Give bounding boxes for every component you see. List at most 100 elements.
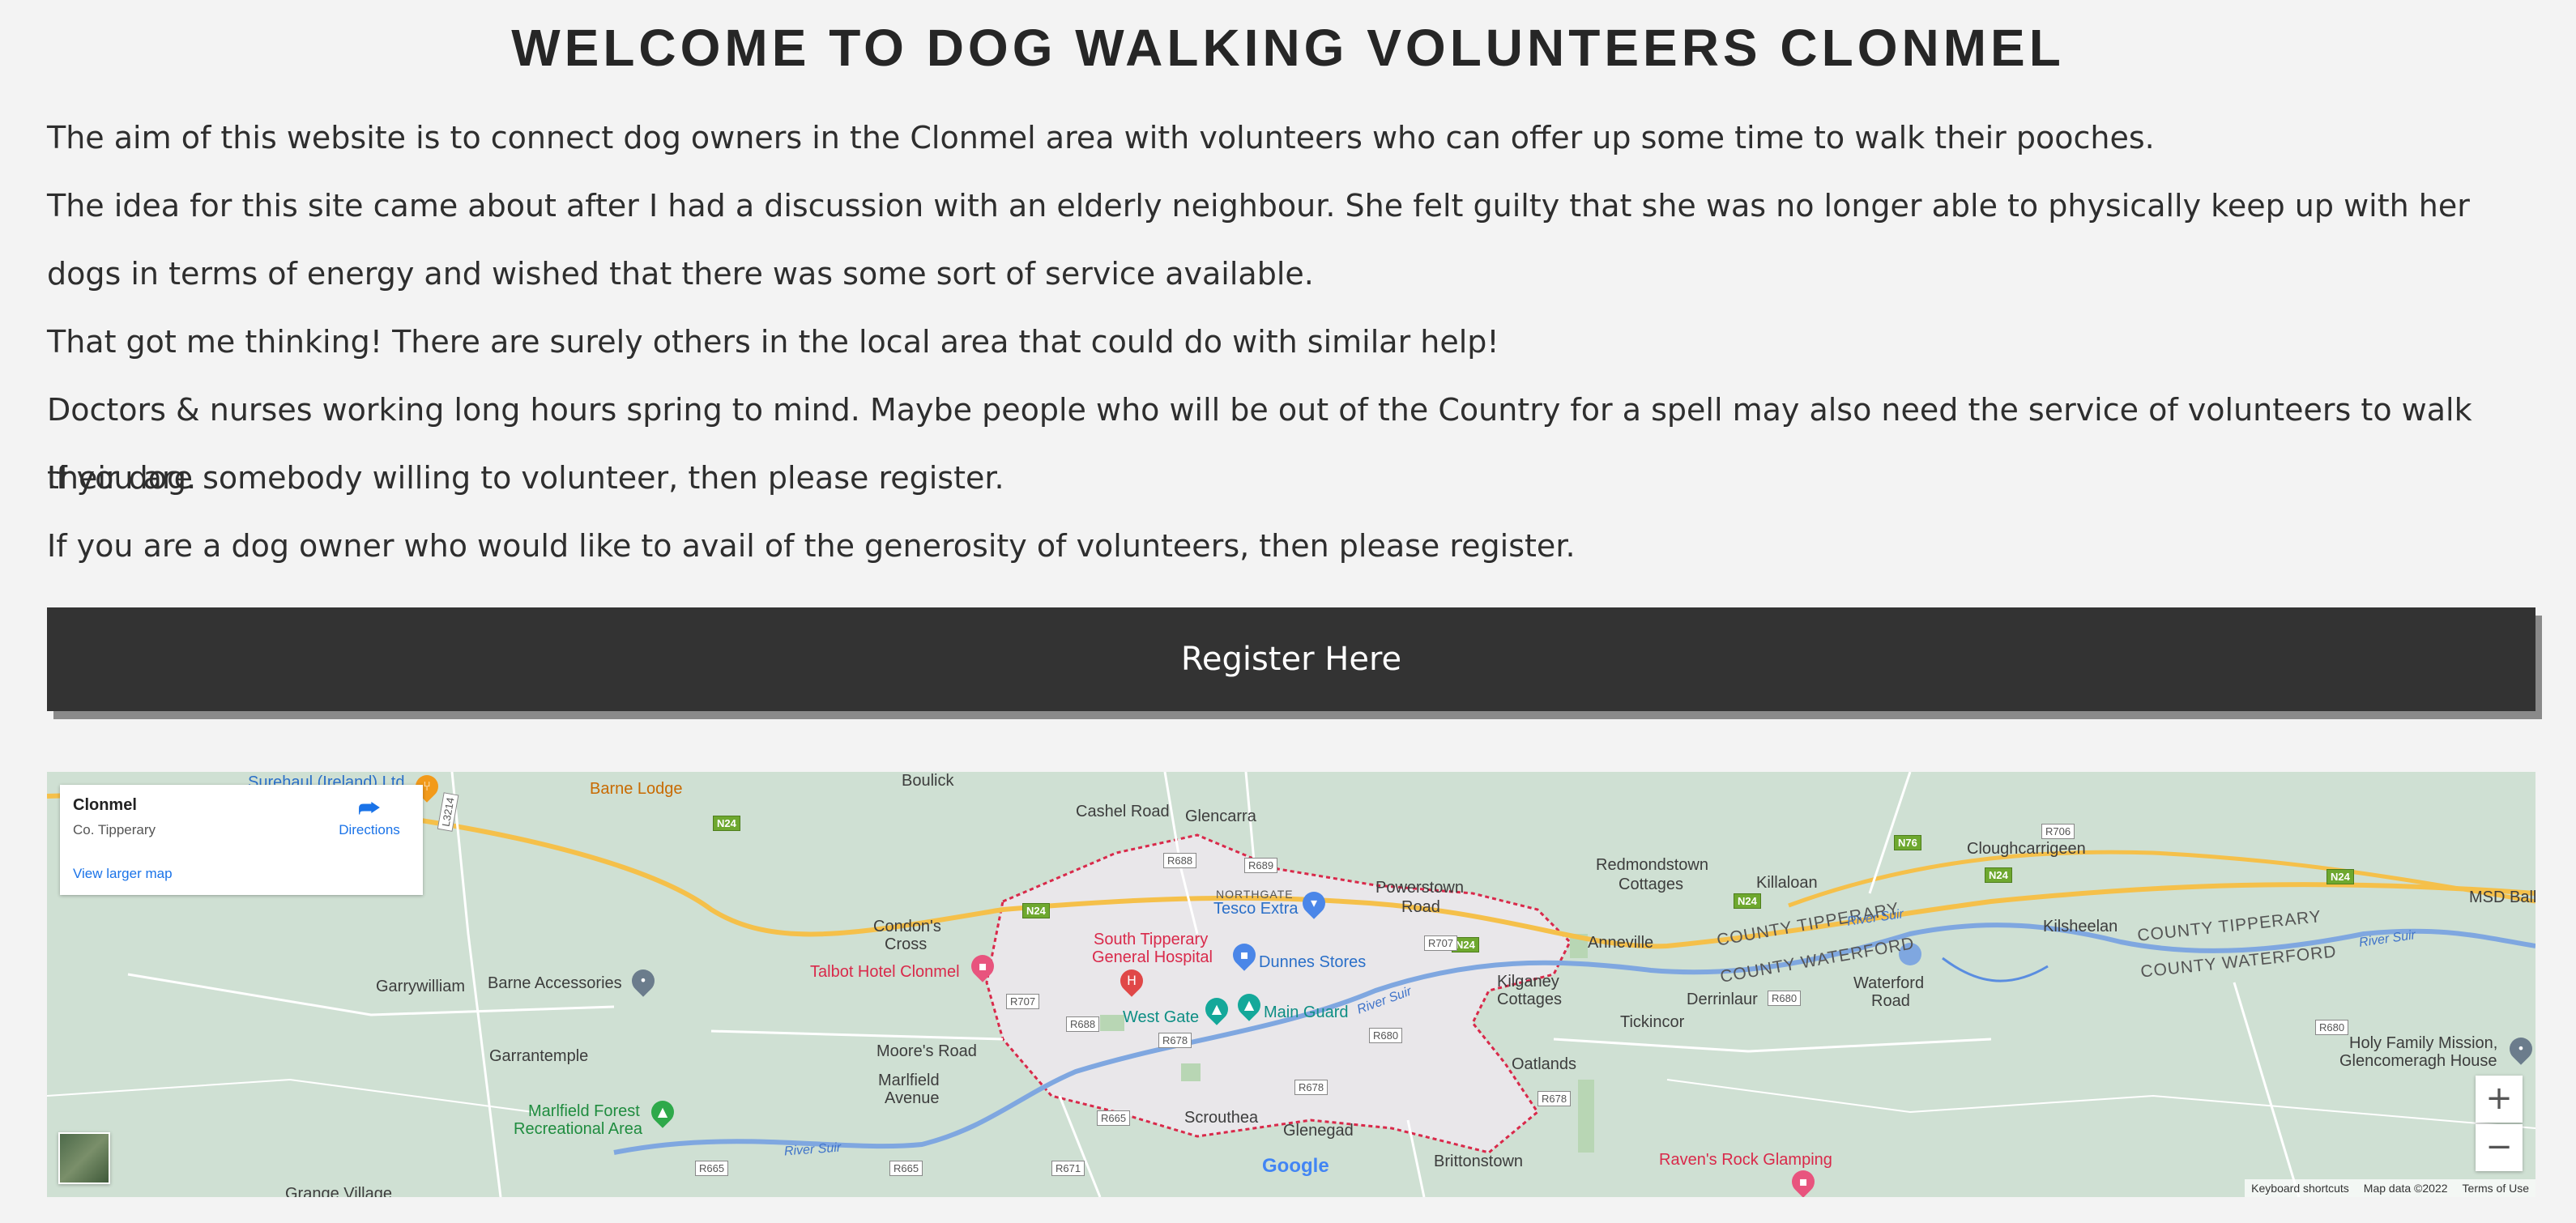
hotel-pin-icon[interactable]: ▪ [966, 950, 999, 982]
map-label-scrouthea: Scrouthea [1184, 1109, 1259, 1127]
road-shield-r688: R688 [1066, 1016, 1100, 1032]
road-shield-r665: R665 [1097, 1110, 1131, 1126]
road-shield-r680: R680 [2315, 1020, 2349, 1035]
dunnes-pin-icon[interactable]: ▪ [1228, 939, 1260, 971]
zoom-out-button[interactable]: − [2476, 1124, 2523, 1171]
holy-family-pin-icon[interactable]: • [2505, 1033, 2535, 1065]
map-label-holy-family-2: Glencomeragh House [2339, 1052, 2497, 1070]
map-label-redmondstown-1: Redmondstown [1596, 856, 1708, 874]
directions-label: Directions [339, 822, 400, 837]
barne-accessories-pin-icon[interactable]: • [627, 965, 659, 997]
road-shield-r671: R671 [1051, 1161, 1085, 1176]
road-shield-r680: R680 [1369, 1028, 1403, 1043]
map-label-tesco: Tesco Extra [1213, 900, 1299, 918]
map-label-dunnes: Dunnes Stores [1259, 953, 1367, 971]
map-label-holy-family-1: Holy Family Mission, [2349, 1034, 2498, 1052]
keyboard-shortcuts-link[interactable]: Keyboard shortcuts [2251, 1179, 2349, 1197]
map-label-ravens-rock: Raven's Rock Glamping [1659, 1151, 1832, 1169]
road-shield-n76: N76 [1894, 835, 1921, 850]
road-shield-r706: R706 [2041, 824, 2075, 839]
road-shield-n24: N24 [713, 816, 740, 831]
directions-icon: ⮫ [358, 795, 381, 822]
intro-paragraph-owner: If you are a dog owner who would like to… [47, 528, 1576, 564]
map-label-waterford-road-2: Road [1871, 992, 1910, 1010]
glamping-pin-icon[interactable]: ▪ [1787, 1165, 1819, 1197]
map-label-barne-accessories: Barne Accessories [488, 974, 622, 992]
map-label-oatlands: Oatlands [1512, 1055, 1577, 1073]
hospital-pin-icon[interactable]: H [1115, 965, 1148, 997]
terms-of-use-link[interactable]: Terms of Use [2463, 1179, 2529, 1197]
view-larger-map-link[interactable]: View larger map [73, 866, 173, 882]
satellite-toggle-button[interactable] [58, 1132, 110, 1184]
map-label-hospital-1: South Tipperary [1094, 931, 1209, 948]
map-label-hospital-2: General Hospital [1092, 948, 1213, 966]
map-label-moores-road: Moore's Road [876, 1042, 977, 1060]
map-label-marlfield-forest-1: Marlfield Forest [528, 1102, 640, 1120]
map-footer: Keyboard shortcuts Map data ©2022 Terms … [2245, 1179, 2535, 1197]
road-shield-r665: R665 [889, 1161, 923, 1176]
google-logo-text: Google [1262, 1155, 1329, 1177]
road-shield-n24: N24 [2327, 869, 2354, 884]
directions-button[interactable]: ⮫ Directions [337, 796, 402, 838]
map-label-derrinlaur: Derrinlaur [1687, 991, 1758, 1008]
map-label-west-gate: West Gate [1123, 1008, 1200, 1026]
map-label-garrywilliam: Garrywilliam [376, 978, 465, 995]
road-shield-r678: R678 [1537, 1091, 1572, 1106]
zoom-in-button[interactable]: + [2476, 1076, 2523, 1123]
place-region: Co. Tipperary [73, 822, 156, 837]
map-label-glencarra: Glencarra [1185, 808, 1256, 825]
map-label-condons-1: Condon's [873, 918, 941, 935]
map-label-brittonstown: Brittonstown [1434, 1153, 1524, 1170]
register-button[interactable]: Register Here [47, 607, 2535, 711]
map-label-powerstown-1: Powerstown [1375, 879, 1464, 897]
road-shield-r665: R665 [695, 1161, 729, 1176]
map-label-talbot: Talbot Hotel Clonmel [810, 963, 960, 981]
map-label-condons-2: Cross [885, 935, 928, 953]
road-shield-r688: R688 [1163, 853, 1197, 868]
main-guard-pin-icon[interactable]: ▲ [1233, 989, 1265, 1021]
road-shield-n24: N24 [1734, 893, 1761, 909]
map-label-barne-lodge: Barne Lodge [590, 780, 683, 798]
road-shield-r680: R680 [1768, 991, 1802, 1006]
map-label-tickincor: Tickincor [1620, 1013, 1685, 1031]
google-logo: Google [1262, 1155, 1329, 1178]
map-label-redmondstown-2: Cottages [1619, 876, 1684, 893]
intro-paragraph-volunteer: If you are somebody willing to volunteer… [47, 460, 1004, 496]
shopping-cart-pin-icon[interactable]: ▾ [1298, 887, 1330, 919]
road-shield-n24: N24 [1022, 903, 1050, 918]
map-label-glenegad: Glenegad [1283, 1122, 1354, 1140]
page-title: WELCOME TO DOG WALKING VOLUNTEERS CLONME… [511, 19, 2065, 77]
west-gate-pin-icon[interactable]: ▲ [1201, 993, 1233, 1025]
road-shield-r678: R678 [1294, 1080, 1329, 1095]
map-label-cloughcarrigeen: Cloughcarrigeen [1967, 840, 2086, 858]
road-shield-r689: R689 [1244, 858, 1278, 873]
map-label-msd: MSD Ball [2469, 888, 2535, 906]
map-label-marlfield-forest-2: Recreational Area [514, 1120, 642, 1138]
map-label-grange-village: Grange Village [285, 1185, 392, 1197]
map-label-kilganey-2: Cottages [1497, 991, 1563, 1008]
map-label-anneville: Anneville [1588, 934, 1654, 952]
map-label-killaloan: Killaloan [1756, 874, 1818, 892]
map-label-main-guard: Main Guard [1264, 1004, 1349, 1021]
map-label-marlfield-1: Marlfield [878, 1072, 940, 1089]
intro-paragraph-aim: The aim of this website is to connect do… [47, 120, 2155, 156]
embedded-map[interactable]: ⑂ ▪ H ▲ ▲ ▾ ▪ • ▲ ▪ • Surehaul (Ireland)… [47, 772, 2535, 1197]
map-label-cashel-road: Cashel Road [1076, 803, 1170, 820]
map-label-powerstown-2: Road [1401, 898, 1440, 916]
place-name: Clonmel [73, 796, 137, 814]
road-shield-n24: N24 [1985, 867, 2012, 883]
road-shield-r707: R707 [1006, 994, 1040, 1009]
map-place-card: Clonmel Co. Tipperary View larger map ⮫ … [60, 785, 423, 895]
road-shield-r707b: R707 [1424, 935, 1458, 951]
intro-paragraph-idea: The idea for this site came about after … [47, 188, 2470, 292]
map-label-kilsheelan: Kilsheelan [2043, 918, 2118, 935]
forest-pin-icon[interactable]: ▲ [646, 1096, 679, 1128]
map-label-marlfield-2: Avenue [885, 1089, 940, 1107]
map-label-waterford-road-1: Waterford [1853, 974, 1925, 992]
map-label-garrantemple: Garrantemple [489, 1047, 589, 1065]
intro-paragraph-thinking: That got me thinking! There are surely o… [47, 324, 1499, 360]
map-label-kilganey-1: Kilganey [1497, 973, 1559, 991]
map-data-attribution: Map data ©2022 [2363, 1182, 2448, 1195]
road-shield-r678: R678 [1158, 1033, 1192, 1048]
map-label-boulick: Boulick [902, 772, 954, 790]
